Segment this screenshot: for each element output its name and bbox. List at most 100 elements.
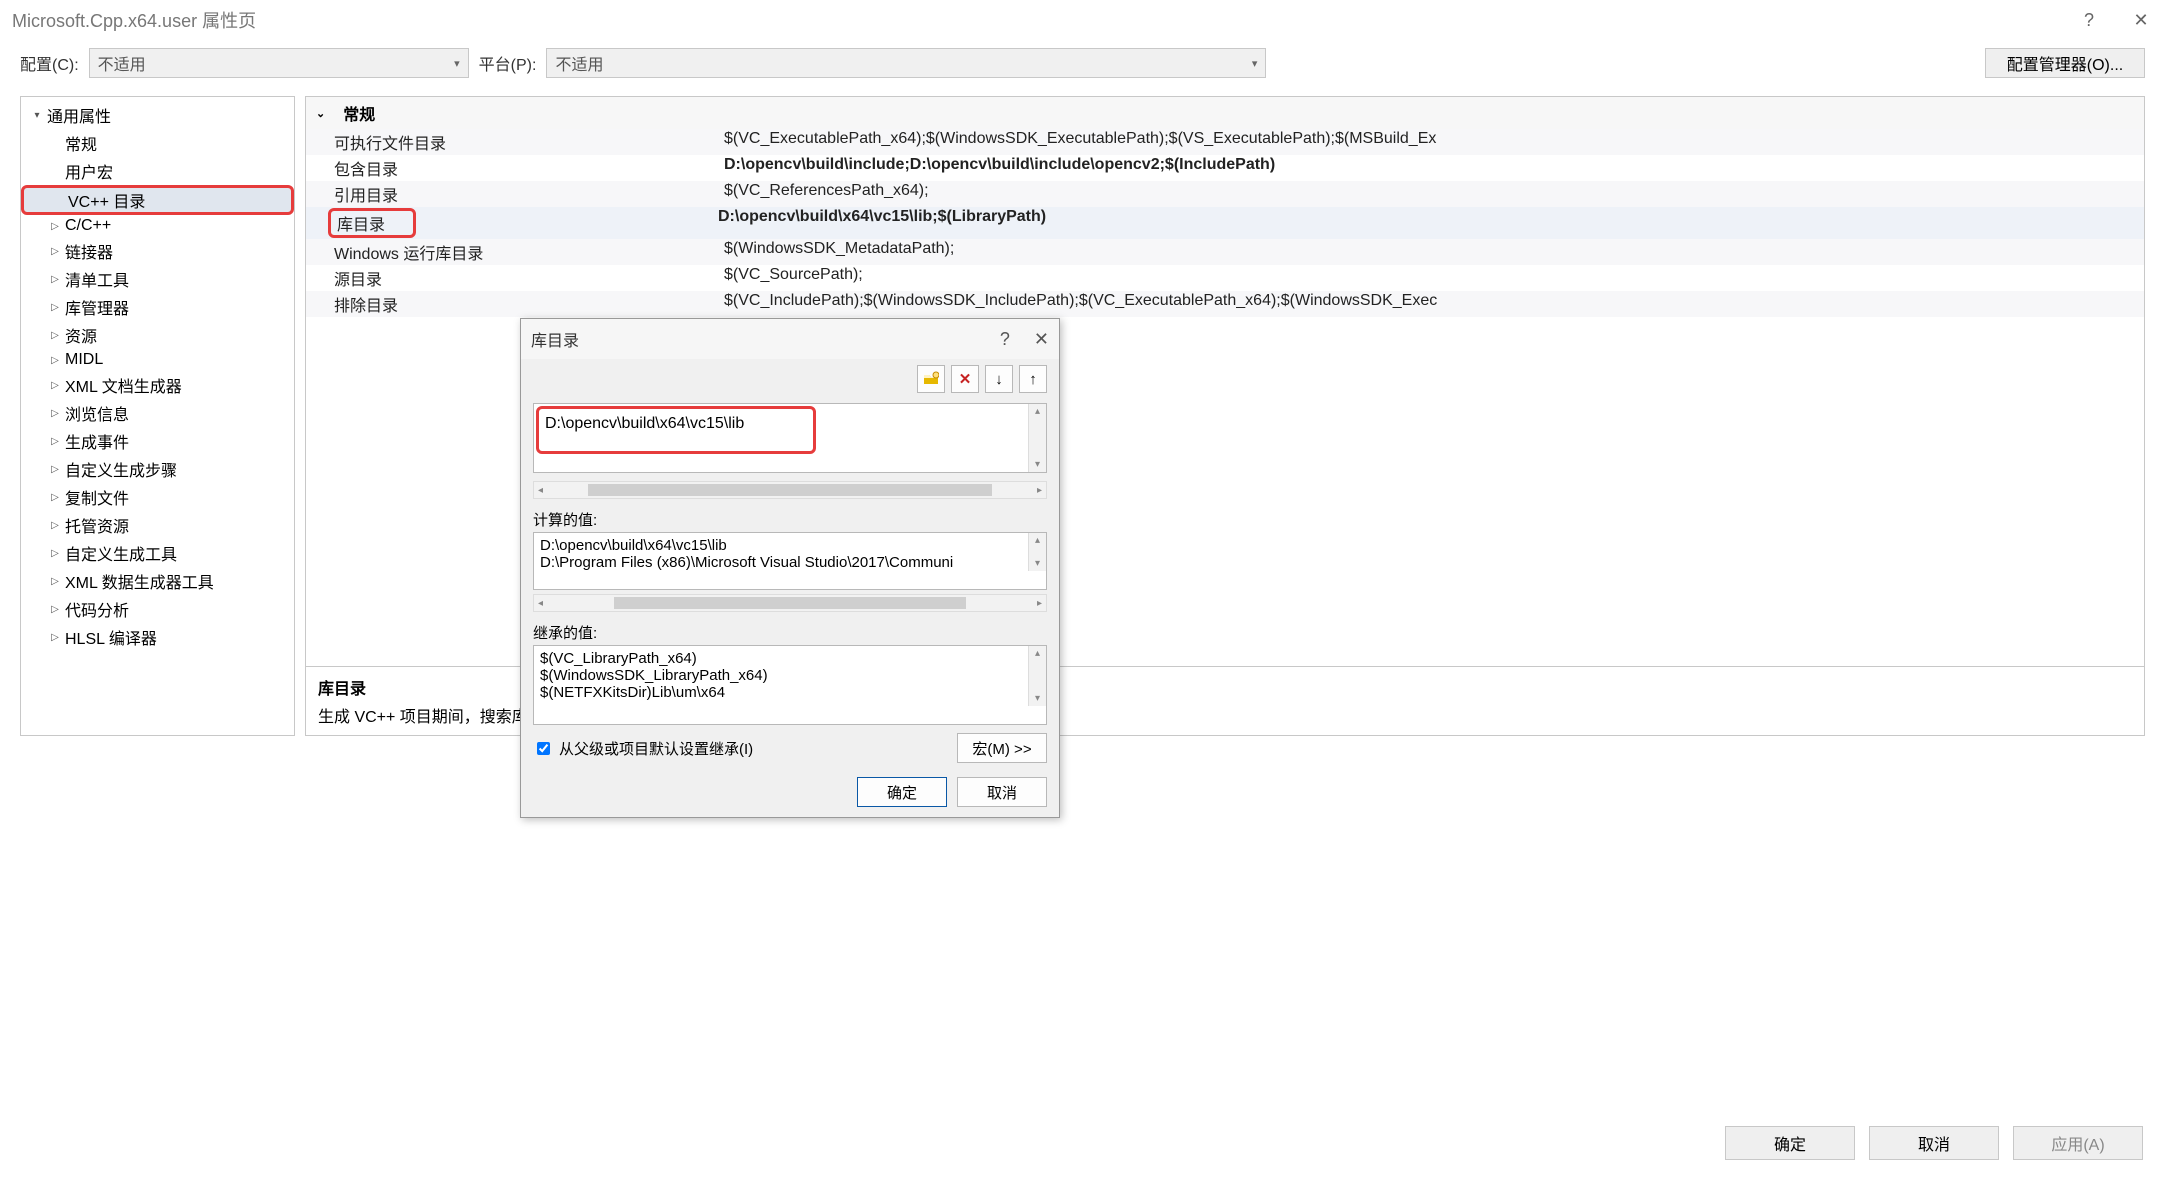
tree-item[interactable]: ▷代码分析 bbox=[21, 595, 294, 623]
macro-button[interactable]: 宏(M) >> bbox=[957, 733, 1047, 763]
grid-key: 引用目录 bbox=[334, 182, 724, 206]
tree-item[interactable]: ▷托管资源 bbox=[21, 511, 294, 539]
triangle-right-icon: ▷ bbox=[49, 520, 61, 531]
triangle-right-icon: ▷ bbox=[49, 576, 61, 587]
tree-root-label: 通用属性 bbox=[47, 103, 111, 127]
config-toolbar: 配置(C): 不适用 ▾ 平台(P): 不适用 ▾ 配置管理器(O)... bbox=[0, 40, 2165, 86]
chevron-down-icon: ⌄ bbox=[316, 107, 325, 120]
tree-item-label: 常规 bbox=[65, 131, 97, 155]
ok-button[interactable]: 确定 bbox=[1725, 1126, 1855, 1160]
grid-key: 包含目录 bbox=[334, 156, 724, 180]
modal-controls: ? ✕ bbox=[1000, 329, 1049, 350]
tree-item[interactable]: 用户宏 bbox=[21, 157, 294, 185]
horizontal-scrollbar[interactable]: ◂ ▸ bbox=[533, 594, 1047, 612]
tree-item[interactable]: ▷浏览信息 bbox=[21, 399, 294, 427]
content-area: ▾ 通用属性 常规用户宏VC++ 目录▷C/C++▷链接器▷清单工具▷库管理器▷… bbox=[0, 86, 2165, 736]
vertical-scrollbar[interactable]: ▴▾ bbox=[1028, 404, 1046, 472]
grid-row[interactable]: 可执行文件目录$(VC_ExecutablePath_x64);$(Window… bbox=[306, 129, 2144, 155]
grid-row[interactable]: 库目录 D:\opencv\build\x64\vc15\lib;$(Librar… bbox=[306, 207, 2144, 239]
tree-item[interactable]: ▷自定义生成工具 bbox=[21, 539, 294, 567]
tree-item[interactable]: ▷自定义生成步骤 bbox=[21, 455, 294, 483]
inherit-row: 从父级或项目默认设置继承(I) 宏(M) >> bbox=[533, 733, 1047, 763]
triangle-right-icon: ▷ bbox=[49, 408, 61, 419]
platform-value: 不适用 bbox=[555, 51, 603, 75]
chevron-down-icon: ▾ bbox=[1252, 57, 1258, 70]
grid-key: 库目录 bbox=[328, 208, 416, 238]
triangle-right-icon: ▷ bbox=[49, 355, 61, 366]
modal-footer: 确定 取消 bbox=[521, 771, 1059, 817]
tree-item[interactable]: ▷HLSL 编译器 bbox=[21, 623, 294, 651]
grid-value: D:\opencv\build\x64\vc15\lib;$(LibraryPa… bbox=[718, 208, 2144, 238]
modal-title: 库目录 bbox=[531, 327, 579, 351]
triangle-right-icon: ▷ bbox=[49, 246, 61, 257]
inherit-checkbox[interactable] bbox=[537, 742, 550, 755]
horizontal-scrollbar[interactable]: ◂ ▸ bbox=[533, 481, 1047, 499]
config-label: 配置(C): bbox=[20, 51, 79, 75]
triangle-right-icon: ▷ bbox=[49, 330, 61, 341]
tree-item[interactable]: ▷ 资源 bbox=[21, 321, 294, 349]
triangle-down-icon: ▾ bbox=[31, 110, 43, 121]
close-icon[interactable]: ✕ bbox=[2129, 10, 2153, 31]
tree-item[interactable]: ▷XML 文档生成器 bbox=[21, 371, 294, 399]
tree-item[interactable]: 常规 bbox=[21, 129, 294, 157]
window-controls: ? ✕ bbox=[2077, 10, 2153, 31]
scroll-thumb[interactable] bbox=[588, 484, 991, 496]
tree-root[interactable]: ▾ 通用属性 bbox=[21, 101, 294, 129]
scroll-down-icon: ▾ bbox=[1035, 459, 1040, 470]
help-icon[interactable]: ? bbox=[2077, 10, 2101, 31]
move-down-button[interactable]: ↓ bbox=[985, 365, 1013, 393]
apply-button[interactable]: 应用(A) bbox=[2013, 1126, 2143, 1160]
config-manager-button[interactable]: 配置管理器(O)... bbox=[1985, 48, 2145, 78]
scroll-right-icon: ▸ bbox=[1037, 485, 1042, 496]
vertical-scrollbar[interactable]: ▴▾ bbox=[1028, 533, 1046, 571]
grid-row[interactable]: 排除目录$(VC_IncludePath);$(WindowsSDK_Inclu… bbox=[306, 291, 2144, 317]
tree-item[interactable]: ▷ 链接器 bbox=[21, 237, 294, 265]
grid-row[interactable]: Windows 运行库目录$(WindowsSDK_MetadataPath); bbox=[306, 239, 2144, 265]
triangle-right-icon: ▷ bbox=[49, 492, 61, 503]
scroll-thumb[interactable] bbox=[614, 597, 967, 609]
path-entry[interactable]: D:\opencv\build\x64\vc15\lib bbox=[536, 406, 816, 454]
grid-row[interactable]: 引用目录$(VC_ReferencesPath_x64); bbox=[306, 181, 2144, 207]
help-icon[interactable]: ? bbox=[1000, 329, 1010, 350]
tree-item-label: 生成事件 bbox=[65, 429, 129, 453]
paths-listbox[interactable]: D:\opencv\build\x64\vc15\lib ▴▾ bbox=[533, 403, 1047, 473]
triangle-right-icon: ▷ bbox=[49, 380, 61, 391]
tree-item[interactable]: ▷MIDL bbox=[21, 349, 294, 371]
inherit-label: 从父级或项目默认设置继承(I) bbox=[559, 738, 753, 759]
triangle-right-icon: ▷ bbox=[49, 464, 61, 475]
cancel-button[interactable]: 取消 bbox=[1869, 1126, 1999, 1160]
close-icon[interactable]: ✕ bbox=[1034, 329, 1049, 350]
tree-item[interactable]: ▷生成事件 bbox=[21, 427, 294, 455]
vertical-scrollbar[interactable]: ▴▾ bbox=[1028, 646, 1046, 706]
tree-item[interactable]: ▷C/C++ bbox=[21, 215, 294, 237]
grid-row[interactable]: 源目录$(VC_SourcePath); bbox=[306, 265, 2144, 291]
config-combo[interactable]: 不适用 ▾ bbox=[89, 48, 469, 78]
config-value: 不适用 bbox=[98, 51, 146, 75]
modal-ok-button[interactable]: 确定 bbox=[857, 777, 947, 807]
tree-item-label: VC++ 目录 bbox=[68, 188, 145, 212]
new-line-button[interactable] bbox=[917, 365, 945, 393]
triangle-right-icon: ▷ bbox=[49, 604, 61, 615]
platform-label: 平台(P): bbox=[479, 51, 537, 75]
tree-item[interactable]: ▷复制文件 bbox=[21, 483, 294, 511]
grid-key: 可执行文件目录 bbox=[334, 130, 724, 154]
triangle-right-icon: ▷ bbox=[49, 274, 61, 285]
inherited-line: $(NETFXKitsDir)Lib\um\x64 bbox=[540, 684, 1040, 701]
tree-item-label: 资源 bbox=[65, 323, 97, 347]
tree-item[interactable]: ▷XML 数据生成器工具 bbox=[21, 567, 294, 595]
tree-item-label: 链接器 bbox=[65, 239, 113, 263]
grid-row[interactable]: 包含目录D:\opencv\build\include;D:\opencv\bu… bbox=[306, 155, 2144, 181]
triangle-right-icon: ▷ bbox=[49, 221, 61, 232]
platform-combo[interactable]: 不适用 ▾ bbox=[546, 48, 1266, 78]
grid-value: $(VC_SourcePath); bbox=[724, 266, 2144, 290]
modal-cancel-button[interactable]: 取消 bbox=[957, 777, 1047, 807]
delete-button[interactable]: ✕ bbox=[951, 365, 979, 393]
tree-item[interactable]: ▷清单工具 bbox=[21, 265, 294, 293]
grid-value: $(WindowsSDK_MetadataPath); bbox=[724, 240, 2144, 264]
tree-item[interactable]: ▷库管理器 bbox=[21, 293, 294, 321]
move-up-button[interactable]: ↑ bbox=[1019, 365, 1047, 393]
grid-section-header[interactable]: ⌄ 常规 bbox=[306, 97, 2144, 129]
tree-item[interactable]: VC++ 目录 bbox=[21, 185, 294, 215]
dialog-footer: 确定 取消 应用(A) bbox=[1725, 1126, 2143, 1160]
inherited-line: $(VC_LibraryPath_x64) bbox=[540, 650, 1040, 667]
